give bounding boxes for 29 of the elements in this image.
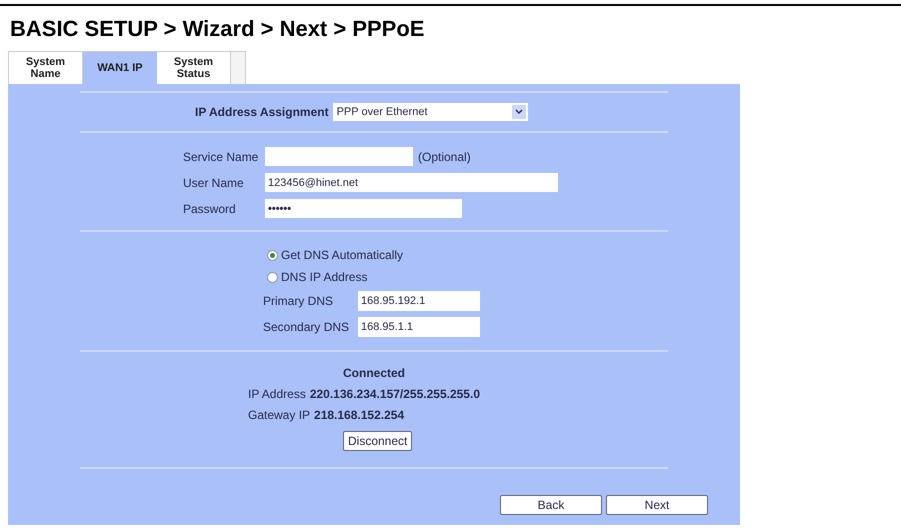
text-field[interactable]	[265, 147, 413, 166]
field-label: Password	[183, 200, 237, 218]
nav-button[interactable]: Back	[500, 495, 602, 515]
disconnect-button[interactable]: Disconnect	[343, 431, 412, 451]
status-value: 220.136.234.157/255.255.255.0	[310, 386, 480, 403]
status-label: Gateway IP	[248, 407, 310, 424]
nav-button[interactable]: Next	[606, 495, 708, 515]
field-label: User Name	[183, 174, 245, 192]
radio-label: Get DNS Automatically	[281, 247, 404, 264]
radio-label: DNS IP Address	[281, 269, 368, 286]
text-field[interactable]: 123456@hinet.net	[265, 173, 558, 192]
text-field[interactable]: 168.95.1.1	[358, 317, 480, 337]
field-label: Secondary DNS	[263, 319, 350, 336]
tab[interactable]: WAN1 IP	[83, 52, 157, 84]
radio-button[interactable]	[267, 250, 278, 260]
assignment-dropdown[interactable]: PPP over Ethernet	[332, 103, 528, 121]
tab[interactable]: System Status	[157, 52, 231, 84]
field-label: Service Name	[183, 148, 260, 166]
tab[interactable]: System Name	[9, 52, 83, 84]
page-title: BASIC SETUP > Wizard > Next > PPPoE	[10, 15, 426, 43]
radio-button[interactable]	[267, 272, 278, 282]
status-value: 218.168.152.254	[314, 407, 404, 424]
status-title: Connected	[343, 365, 406, 382]
field-label: Primary DNS	[263, 293, 334, 310]
optional-note: (Optional)	[418, 148, 471, 166]
status-label: IP Address	[248, 386, 306, 403]
text-field[interactable]: 168.95.192.1	[358, 291, 480, 311]
field-label: IP Address Assignment	[195, 104, 329, 121]
text-field[interactable]: ••••••	[265, 199, 462, 218]
